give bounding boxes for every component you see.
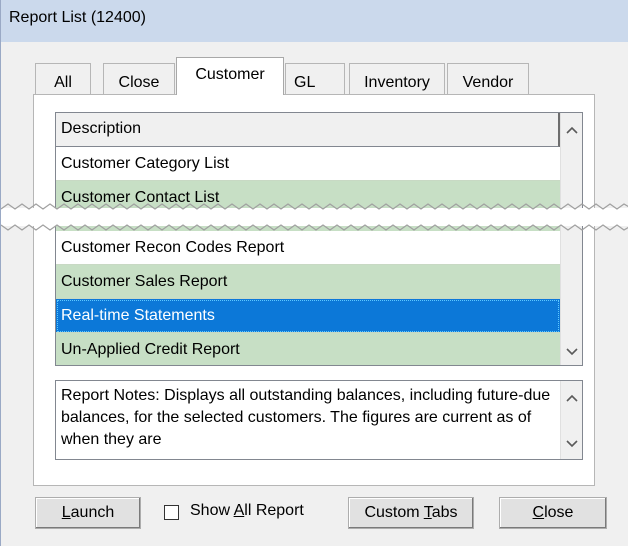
custom-tabs-button[interactable]: Custom Tabs bbox=[348, 497, 474, 529]
tab-label: Customer bbox=[195, 66, 265, 83]
show-all-report-checkbox[interactable] bbox=[164, 505, 179, 520]
button-label: abs bbox=[431, 504, 458, 521]
list-item[interactable]: Customer Category List bbox=[56, 147, 560, 181]
tab-close[interactable]: Close bbox=[103, 63, 175, 95]
list-item-label: Customer Recon Codes Report bbox=[61, 239, 285, 256]
button-label: Custom bbox=[364, 504, 424, 521]
list-scrollbar[interactable] bbox=[560, 113, 582, 365]
tab-label: GL bbox=[294, 74, 316, 91]
button-label: lose bbox=[544, 504, 574, 521]
chevron-down-icon[interactable] bbox=[561, 341, 582, 363]
report-list-window: Report List (12400) All Close Customer G… bbox=[0, 0, 628, 546]
button-label: aunch bbox=[70, 504, 115, 521]
checkbox-label-accel: A bbox=[233, 502, 245, 519]
torn-edge-divider bbox=[1, 203, 628, 231]
tab-label: Inventory bbox=[364, 74, 430, 91]
report-list[interactable]: Description Customer Category List Custo… bbox=[55, 112, 583, 366]
list-item-label: Customer Category List bbox=[61, 155, 230, 172]
list-item[interactable]: Un-Applied Credit Report bbox=[56, 333, 560, 365]
chevron-up-icon[interactable] bbox=[561, 387, 582, 409]
checkbox-label: ll Report bbox=[244, 502, 304, 519]
tab-inventory[interactable]: Inventory bbox=[349, 63, 445, 95]
button-label-accel: L bbox=[61, 504, 71, 521]
close-button[interactable]: Close bbox=[499, 497, 607, 529]
list-item-label: Un-Applied Credit Report bbox=[61, 341, 240, 358]
button-label-accel: T bbox=[423, 504, 432, 521]
title-bar[interactable]: Report List (12400) bbox=[1, 0, 628, 42]
tab-gl[interactable]: GL bbox=[285, 63, 345, 95]
tab-customer[interactable]: Customer bbox=[176, 57, 284, 95]
tab-label: Close bbox=[118, 74, 160, 91]
tab-all[interactable]: All bbox=[35, 63, 91, 95]
list-item[interactable]: Customer Sales Report bbox=[56, 265, 560, 299]
window-title: Report List (12400) bbox=[9, 9, 146, 26]
button-label-accel: C bbox=[532, 504, 545, 521]
column-header-label: Description bbox=[61, 120, 142, 137]
show-all-report-label[interactable]: Show All Report bbox=[190, 502, 304, 520]
tab-label: Vendor bbox=[462, 74, 514, 91]
list-item-selected[interactable]: Real-time Statements bbox=[56, 299, 560, 333]
tab-vendor[interactable]: Vendor bbox=[447, 63, 529, 95]
column-header-description[interactable]: Description bbox=[56, 113, 560, 147]
checkbox-label: Show bbox=[190, 502, 234, 519]
report-notes[interactable]: Report Notes: Displays all outstanding b… bbox=[55, 380, 583, 460]
chevron-up-icon[interactable] bbox=[561, 119, 582, 141]
tab-label: All bbox=[54, 74, 72, 91]
list-item-label: Customer Sales Report bbox=[61, 273, 228, 290]
launch-button[interactable]: Launch bbox=[35, 497, 141, 529]
report-notes-text: Report Notes: Displays all outstanding b… bbox=[61, 387, 551, 448]
chevron-down-icon[interactable] bbox=[561, 433, 582, 455]
notes-scrollbar[interactable] bbox=[560, 381, 582, 459]
list-item-label: Real-time Statements bbox=[61, 307, 215, 324]
